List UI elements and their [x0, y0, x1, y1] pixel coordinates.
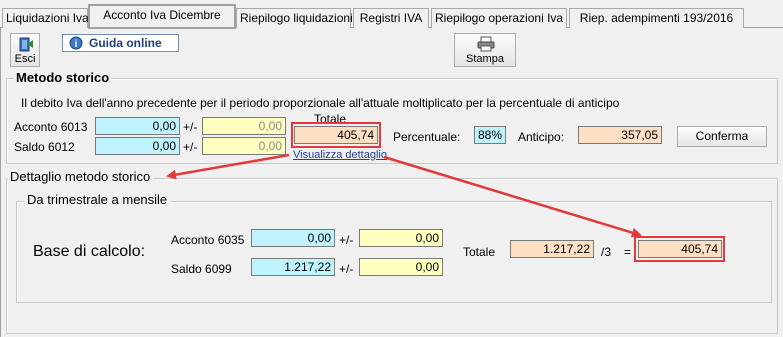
- saldo-6012-adjust-input[interactable]: 0,00: [202, 137, 286, 155]
- acconto-6013-label: Acconto 6013: [14, 120, 88, 134]
- conferma-button[interactable]: Conferma: [677, 126, 767, 147]
- svg-text:i: i: [75, 39, 78, 50]
- dettaglio-result-field: 405,74: [638, 240, 722, 258]
- visualizza-dettaglio-link[interactable]: Visualizza dettaglio: [293, 149, 387, 161]
- tab-label: Liquidazioni Iva: [6, 11, 89, 25]
- metodo-storico-description: Il debito Iva dell'anno precedente per i…: [21, 96, 620, 110]
- acconto-6013-adjust-input[interactable]: 0,00: [202, 117, 286, 135]
- anticipo-label: Anticipo:: [518, 130, 565, 144]
- tab-label: Riep. adempimenti 193/2016: [579, 11, 734, 25]
- saldo-6099-adjust-input[interactable]: 0,00: [359, 258, 443, 276]
- trimestrale-title: Da trimestrale a mensile: [24, 192, 171, 207]
- esci-label: Esci: [14, 53, 36, 65]
- dettaglio-totale-label: Totale: [463, 245, 496, 259]
- divisor-label: /3: [601, 245, 612, 259]
- tab-label: Acconto Iva Dicembre: [103, 8, 221, 22]
- totale-field: 405,74: [294, 126, 378, 144]
- tab-label: Riepilogo liquidazioni: [240, 11, 353, 25]
- tab-liquidazioni-iva[interactable]: Liquidazioni Iva: [2, 8, 89, 28]
- dettaglio-totale-field: 1.217,22: [510, 240, 594, 258]
- acconto-6035-adjust-input[interactable]: 0,00: [359, 229, 443, 247]
- saldo-6099-input[interactable]: 1.217,22: [251, 258, 335, 276]
- acconto-6013-input[interactable]: 0,00: [95, 117, 180, 135]
- acconto-6035-label: Acconto 6035: [171, 233, 245, 247]
- percentuale-label: Percentuale:: [393, 130, 461, 144]
- stampa-button[interactable]: Stampa: [454, 33, 516, 67]
- guida-label: Guida online: [89, 36, 162, 50]
- base-di-calcolo-label: Base di calcolo:: [33, 243, 146, 260]
- tab-riepilogo-liquidazioni[interactable]: Riepilogo liquidazioni: [236, 8, 353, 28]
- saldo-6012-label: Saldo 6012: [14, 140, 75, 154]
- plusminus-label: +/-: [339, 262, 354, 276]
- acconto-6035-input[interactable]: 0,00: [251, 229, 335, 247]
- guida-online-button[interactable]: i Guida online: [62, 34, 179, 52]
- equals-label: =: [624, 245, 632, 259]
- help-globe-icon: i: [69, 36, 83, 54]
- tab-bar: Liquidazioni Iva Acconto Iva Dicembre Ri…: [0, 0, 783, 29]
- dettaglio-title: Dettaglio metodo storico: [7, 169, 154, 184]
- tab-registri-iva[interactable]: Registri IVA: [353, 8, 429, 28]
- tab-acconto-iva-dicembre[interactable]: Acconto Iva Dicembre: [88, 4, 236, 29]
- anticipo-field: 357,05: [578, 126, 662, 144]
- percentuale-field: 88%: [474, 126, 506, 144]
- tab-riep-adempimenti[interactable]: Riep. adempimenti 193/2016: [569, 8, 744, 28]
- esci-button[interactable]: Esci: [10, 33, 40, 67]
- metodo-storico-title: Metodo storico: [14, 70, 112, 85]
- tab-riepilogo-operazioni-iva[interactable]: Riepilogo operazioni Iva: [431, 8, 567, 28]
- tab-label: Riepilogo operazioni Iva: [435, 11, 564, 25]
- plusminus-label: +/-: [183, 140, 198, 154]
- saldo-6012-input[interactable]: 0,00: [95, 137, 180, 155]
- plusminus-label: +/-: [183, 120, 198, 134]
- saldo-6099-label: Saldo 6099: [171, 262, 232, 276]
- stampa-label: Stampa: [466, 53, 504, 65]
- tab-label: Registri IVA: [359, 11, 423, 25]
- plusminus-label: +/-: [339, 233, 354, 247]
